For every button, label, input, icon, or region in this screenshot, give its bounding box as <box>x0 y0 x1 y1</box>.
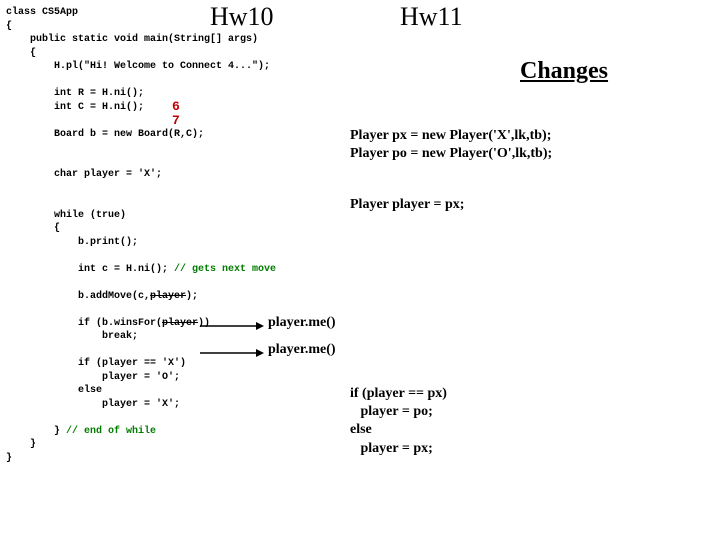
snippet-player-x: Player px = new Player('X',lk,tb); <box>350 128 551 144</box>
annotation-c-value: 7 <box>172 113 180 128</box>
code-line: int R = H.ni(); <box>6 88 144 99</box>
snippet-swap-block: if (player == px) player = po; else play… <box>350 385 447 458</box>
arrow-icon <box>198 320 266 332</box>
snippet-player-me-1: player.me() <box>268 315 336 331</box>
code-line: Board b = new Board(R,C); <box>6 129 204 140</box>
code-line: int c = H.ni(); <box>6 264 174 275</box>
code-block-main: class CS5App { public static void main(S… <box>6 6 276 465</box>
code-line: } <box>6 439 36 450</box>
code-line: } <box>6 426 66 437</box>
code-strike: player <box>162 318 198 329</box>
code-line: player = 'O'; <box>6 372 180 383</box>
snippet-player-me-2: player.me() <box>268 342 336 358</box>
snippet-player-o: Player po = new Player('O',lk,tb); <box>350 146 552 162</box>
code-comment: // gets next move <box>174 264 276 275</box>
code-comment: // end of while <box>66 426 156 437</box>
code-line: else <box>6 385 102 396</box>
code-line: ); <box>186 291 198 302</box>
code-line: } <box>6 453 12 464</box>
code-line: H.pl("Hi! Welcome to Connect 4..."); <box>6 61 270 72</box>
code-line: b.print(); <box>6 237 138 248</box>
code-line: public static void main(String[] args) <box>6 34 258 45</box>
code-line: while (true) <box>6 210 126 221</box>
changes-heading: Changes <box>520 58 608 85</box>
code-line: char player = 'X'; <box>6 169 162 180</box>
annotation-r-value: 6 <box>172 99 180 114</box>
code-line: class CS5App <box>6 7 78 18</box>
code-line: { <box>6 48 36 59</box>
snippet-player-assign: Player player = px; <box>350 197 464 213</box>
code-line: b.addMove(c, <box>6 291 150 302</box>
code-line: int C = H.ni(); <box>6 102 144 113</box>
code-line: { <box>6 223 60 234</box>
title-hw11: Hw11 <box>400 2 463 32</box>
code-line: if (player == 'X') <box>6 358 186 369</box>
code-strike: player <box>150 291 186 302</box>
code-line: break; <box>6 331 138 342</box>
code-line: player = 'X'; <box>6 399 180 410</box>
arrow-icon <box>198 347 266 359</box>
code-line: { <box>6 21 12 32</box>
code-line: if (b.winsFor( <box>6 318 162 329</box>
